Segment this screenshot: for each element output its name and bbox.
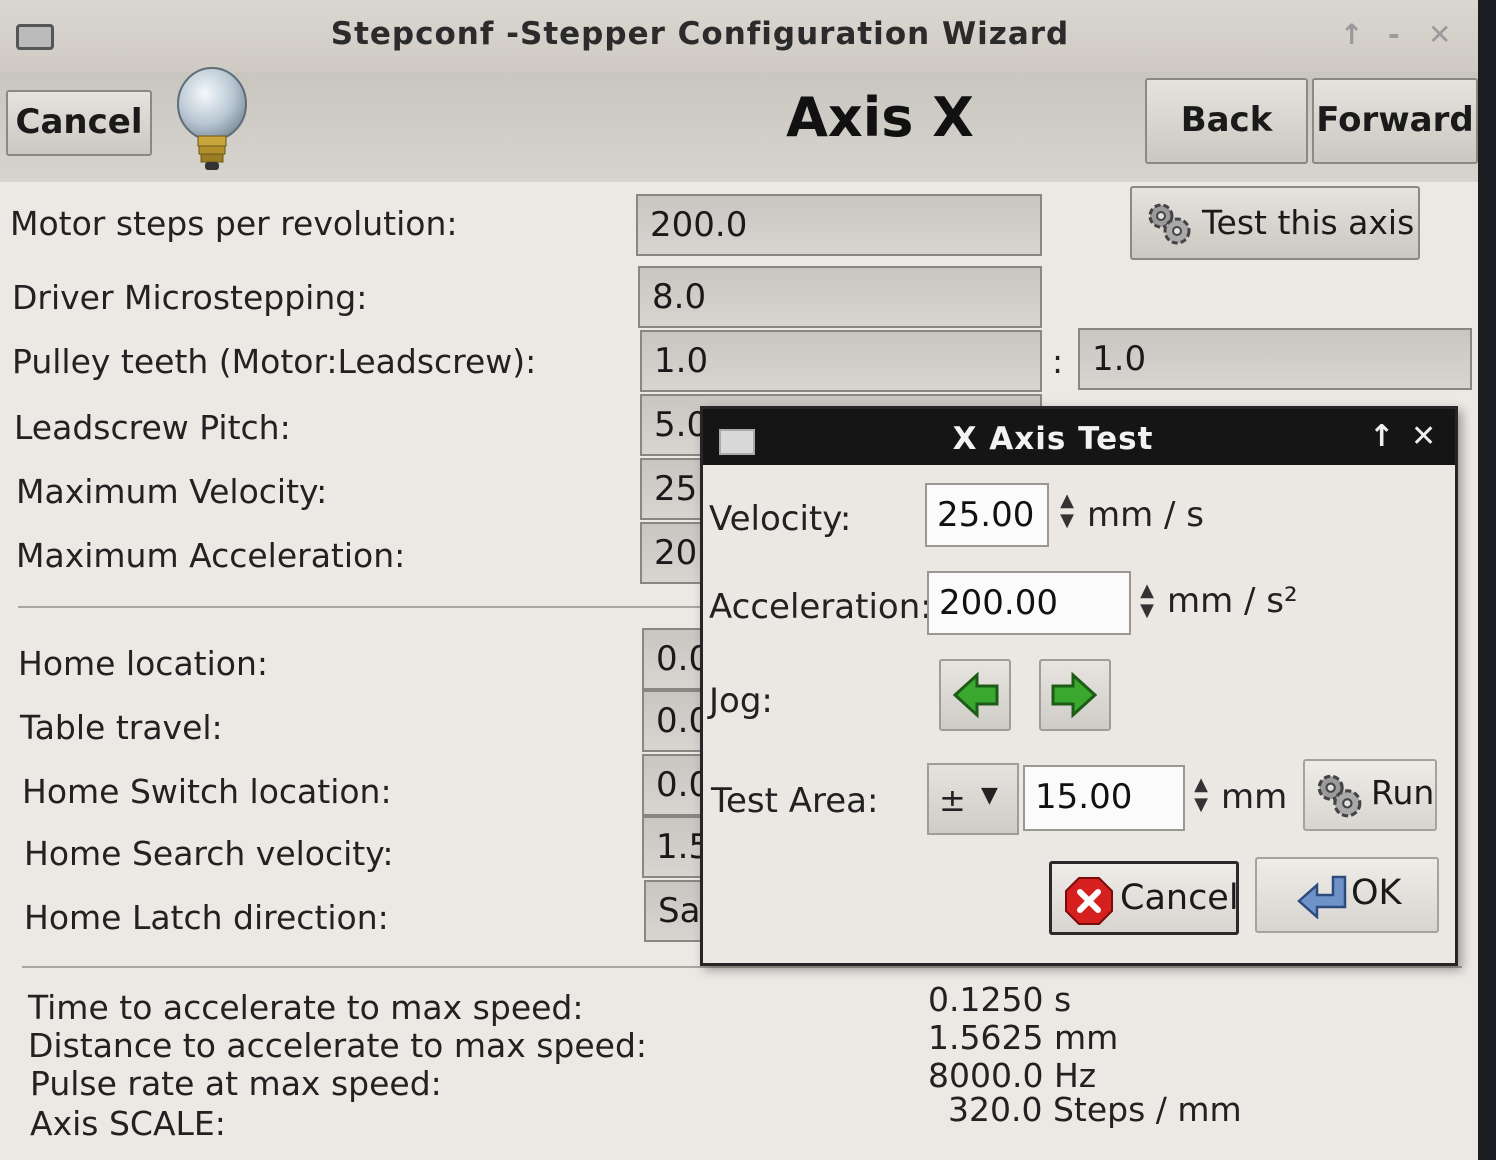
arrow-right-icon (1051, 671, 1098, 719)
ok-button[interactable]: OK (1255, 857, 1439, 933)
lightbulb-icon (177, 67, 247, 170)
acceleration-spin-arrows[interactable]: ▲ ▼ (1137, 581, 1157, 621)
distance-to-accelerate-label: Distance to accelerate to max speed: (28, 1026, 648, 1065)
time-to-accelerate-label: Time to accelerate to max speed: (28, 988, 584, 1027)
motor-steps-field[interactable]: 200.0 (636, 194, 1042, 256)
back-button[interactable]: Back (1145, 78, 1308, 164)
forward-button[interactable]: Forward (1312, 78, 1478, 164)
cancel-icon (1065, 877, 1113, 925)
pulse-rate-label: Pulse rate at max speed: (30, 1064, 442, 1103)
close-icon[interactable]: ✕ (1428, 18, 1451, 51)
home-search-velocity-label: Home Search velocity: (24, 834, 394, 873)
pulley-motor-field[interactable]: 1.0 (640, 330, 1042, 392)
jog-label: Jog: (709, 681, 773, 721)
test-area-input[interactable]: 15.00 (1023, 765, 1185, 831)
dialog-close-icon[interactable]: ✕ (1411, 419, 1436, 454)
acceleration-unit: mm / s² (1167, 581, 1298, 621)
dialog-cancel-button[interactable]: Cancel (1049, 861, 1239, 935)
table-travel-label: Table travel: (20, 708, 223, 747)
dialog-cancel-label: Cancel (1120, 878, 1239, 918)
window-menu-icon[interactable] (16, 24, 54, 50)
max-velocity-label: Maximum Velocity: (16, 472, 328, 511)
time-to-accelerate-value: 0.1250 s (928, 980, 1072, 1019)
ok-label: OK (1351, 873, 1402, 913)
run-button[interactable]: Run (1303, 759, 1437, 831)
x-axis-test-dialog: X Axis Test ↑ ✕ Velocity: 25.00 ▲ ▼ mm / … (700, 406, 1458, 966)
home-location-label: Home location: (18, 644, 268, 683)
microstepping-label: Driver Microstepping: (12, 278, 368, 317)
motor-steps-label: Motor steps per revolution: (10, 204, 458, 243)
test-area-mode-select[interactable]: ± ▼ (927, 763, 1019, 835)
max-acceleration-label: Maximum Acceleration: (16, 536, 406, 575)
acceleration-label: Acceleration: (709, 587, 932, 627)
wizard-header: Cancel Axis X Back Forward (0, 67, 1478, 182)
pulley-leadscrew-field[interactable]: 1.0 (1078, 328, 1472, 390)
pulley-ratio-separator: : (1052, 342, 1064, 381)
leadscrew-pitch-label: Leadscrew Pitch: (14, 408, 291, 447)
dialog-maximize-icon[interactable]: ↑ (1369, 419, 1394, 454)
velocity-unit: mm / s (1087, 495, 1205, 535)
velocity-label: Velocity: (709, 499, 852, 539)
axis-scale-label: Axis SCALE: (30, 1104, 226, 1143)
pulley-teeth-label: Pulley teeth (Motor:Leadscrew): (12, 342, 537, 381)
screen: Stepconf -Stepper Configuration Wizard ↑… (0, 0, 1478, 1160)
distance-to-accelerate-value: 1.5625 mm (928, 1018, 1119, 1057)
test-area-spin-arrows[interactable]: ▲ ▼ (1191, 775, 1211, 815)
window-title: Stepconf -Stepper Configuration Wizard (330, 16, 1070, 52)
acceleration-input[interactable]: 200.00 (927, 571, 1131, 635)
maximize-icon[interactable]: ↑ (1340, 18, 1363, 51)
ok-return-icon (1297, 875, 1347, 919)
test-axis-button[interactable]: Test this axis (1130, 186, 1420, 260)
arrow-left-icon (952, 671, 999, 719)
jog-left-button[interactable] (939, 659, 1011, 731)
gears-icon (1148, 203, 1191, 245)
gears-icon (1317, 774, 1362, 818)
page-title: Axis X (786, 86, 974, 149)
cancel-button[interactable]: Cancel (6, 90, 152, 156)
minimize-icon[interactable]: - (1388, 18, 1400, 51)
window-titlebar[interactable]: Stepconf -Stepper Configuration Wizard ↑… (0, 0, 1478, 72)
test-area-mode-value: ± (939, 781, 966, 819)
axis-scale-value: 320.0 Steps / mm (948, 1090, 1242, 1129)
test-area-label: Test Area: (711, 781, 879, 821)
test-area-unit: mm (1221, 777, 1288, 817)
dialog-titlebar[interactable]: X Axis Test ↑ ✕ (703, 409, 1455, 465)
microstepping-field[interactable]: 8.0 (638, 266, 1042, 328)
home-switch-location-label: Home Switch location: (22, 772, 392, 811)
separator (22, 966, 1462, 968)
chevron-down-icon: ▼ (981, 783, 998, 808)
home-latch-direction-label: Home Latch direction: (24, 898, 389, 937)
velocity-input[interactable]: 25.00 (925, 483, 1049, 547)
velocity-spin-arrows[interactable]: ▲ ▼ (1057, 491, 1077, 531)
test-axis-label: Test this axis (1202, 203, 1415, 242)
run-label: Run (1371, 773, 1435, 812)
dialog-title: X Axis Test (952, 421, 1154, 457)
jog-right-button[interactable] (1039, 659, 1111, 731)
